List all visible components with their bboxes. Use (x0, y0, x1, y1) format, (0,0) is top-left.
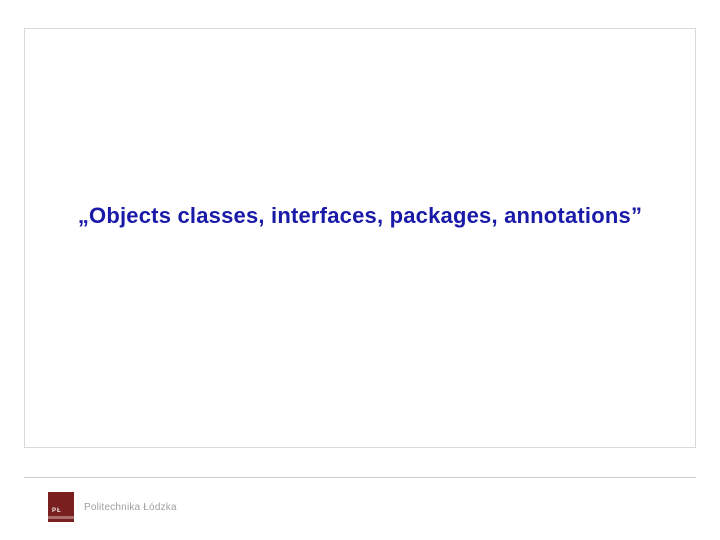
footer: PŁ Politechnika Łódzka (48, 492, 177, 522)
slide-title: „Objects classes, interfaces, packages, … (25, 203, 695, 229)
footer-divider (24, 477, 696, 478)
content-frame: „Objects classes, interfaces, packages, … (24, 28, 696, 448)
university-name: Politechnika Łódzka (84, 502, 177, 513)
university-logo-icon: PŁ (48, 492, 74, 522)
slide: „Objects classes, interfaces, packages, … (0, 0, 720, 540)
logo-text: PŁ (52, 508, 62, 514)
